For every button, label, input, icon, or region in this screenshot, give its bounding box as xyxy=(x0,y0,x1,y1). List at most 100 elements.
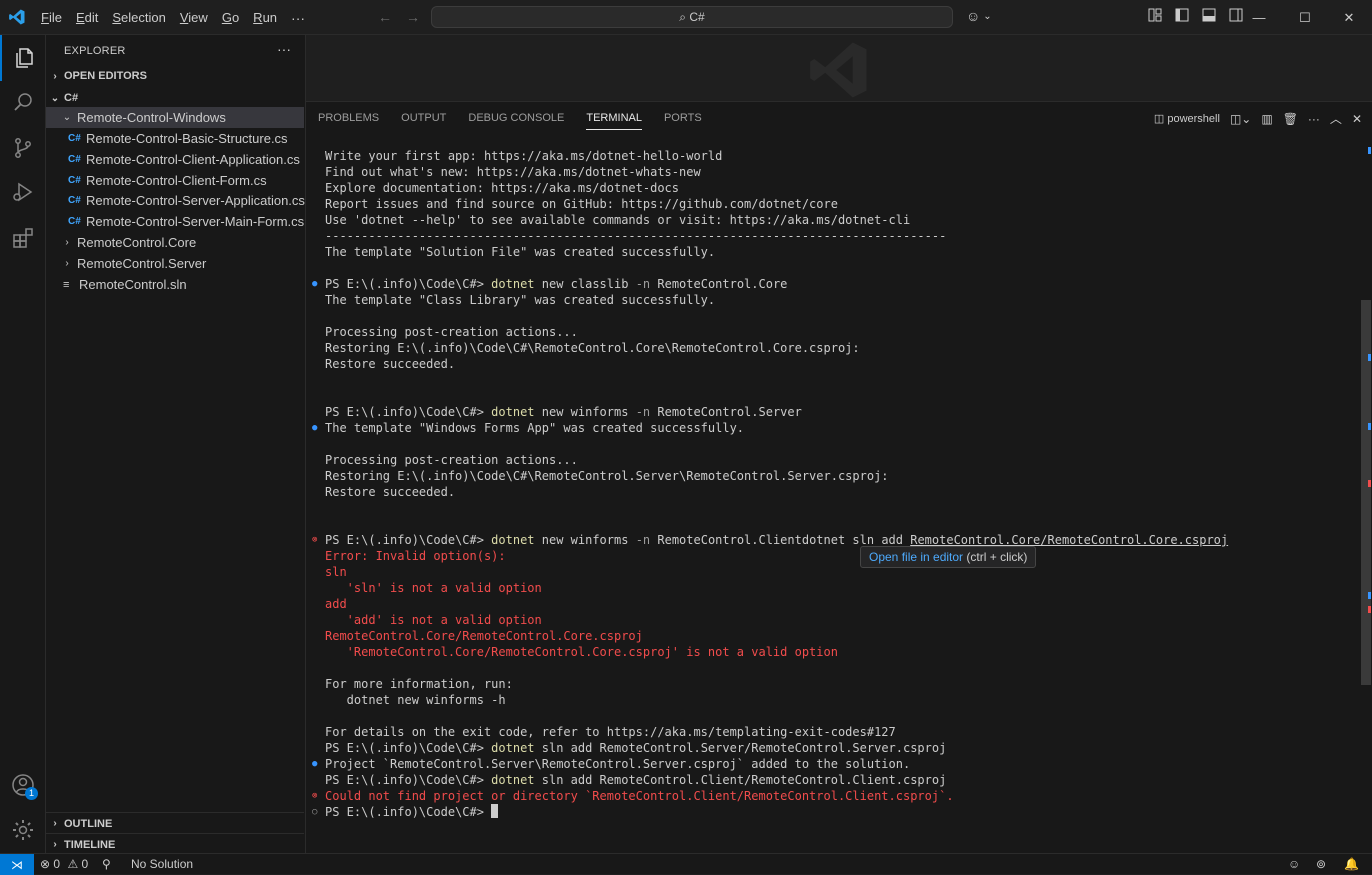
tree-file-sln[interactable]: ≡ RemoteControl.sln xyxy=(46,274,304,295)
chevron-right-icon: › xyxy=(53,70,57,82)
editor-area xyxy=(306,35,1372,101)
tree-file[interactable]: C# Remote-Control-Server-Main-Form.cs xyxy=(46,211,304,232)
prompt: PS E:\(.info)\Code\C#> xyxy=(325,405,492,419)
timeline-section[interactable]: › TIMELINE xyxy=(46,833,304,855)
split-editor-icon[interactable]: ▥ xyxy=(1261,112,1272,126)
close-button[interactable]: ✕ xyxy=(1326,0,1372,35)
menu-file[interactable]: File xyxy=(34,10,69,25)
error-line: 'sln' is not a valid option xyxy=(325,581,542,595)
solution-status[interactable]: No Solution xyxy=(131,854,193,874)
terminal-line: Restoring E:\(.info)\Code\C#\RemoteContr… xyxy=(325,341,860,355)
menu-more-button[interactable]: ··· xyxy=(284,10,312,26)
chevron-right-icon: › xyxy=(65,237,69,248)
tab-ports[interactable]: PORTS xyxy=(664,102,702,135)
terminal-line: dotnet new winforms -h xyxy=(325,693,506,707)
tab-problems[interactable]: PROBLEMS xyxy=(318,102,379,135)
ports-status[interactable]: ⚲ xyxy=(102,854,111,874)
tree-label: Remote-Control-Server-Main-Form.cs xyxy=(86,214,305,229)
toggle-primary-sidebar-icon[interactable] xyxy=(1175,8,1189,22)
success-decoration-icon[interactable]: ● xyxy=(312,420,320,436)
customize-layout-icon[interactable] xyxy=(1148,8,1162,22)
tab-debug-console[interactable]: DEBUG CONSOLE xyxy=(468,102,564,135)
command-args: RemoteControl.Core xyxy=(650,277,788,291)
tree-label: RemoteControl.sln xyxy=(79,277,187,292)
chevron-right-icon: › xyxy=(65,258,69,269)
error-line: 'RemoteControl.Core/RemoteControl.Core.c… xyxy=(325,645,838,659)
open-editors-section[interactable]: › OPEN EDITORS xyxy=(46,66,304,86)
tree-folder-remotecontrol-core[interactable]: › RemoteControl.Core xyxy=(46,232,304,253)
source-control-activity[interactable] xyxy=(0,125,46,171)
error-line: sln xyxy=(325,565,347,579)
command-center-search[interactable]: ⌕ C# xyxy=(431,6,953,28)
outline-section[interactable]: › OUTLINE xyxy=(46,812,304,834)
explorer-more-button[interactable]: ··· xyxy=(277,41,291,57)
workspace-folder-section[interactable]: ⌄ C# xyxy=(46,88,304,108)
menu-edit[interactable]: Edit xyxy=(69,10,105,25)
command-args: new winforms xyxy=(534,405,636,419)
maximize-button[interactable]: ☐ xyxy=(1282,0,1328,35)
terminal-line: The template "Class Library" was created… xyxy=(325,293,716,307)
terminal-line: The template "Solution File" was created… xyxy=(325,245,716,259)
layout-controls xyxy=(1148,8,1243,22)
live-share-status[interactable]: ⊚ xyxy=(1316,854,1326,874)
menu-run[interactable]: Run xyxy=(246,10,284,25)
run-debug-activity[interactable] xyxy=(0,169,46,215)
gear-icon xyxy=(13,820,33,840)
command-flag: -n xyxy=(635,277,651,291)
terminal-selector[interactable]: ◫ powershell xyxy=(1154,112,1220,125)
remote-indicator[interactable]: ⋊ xyxy=(0,854,34,875)
forward-arrow-icon[interactable]: → xyxy=(406,9,420,25)
tree-folder-remote-control-windows[interactable]: ⌄ Remote-Control-Windows xyxy=(46,107,304,128)
tree-file[interactable]: C# Remote-Control-Client-Application.cs xyxy=(46,149,304,170)
terminal-output[interactable]: Write your first app: https://aka.ms/dot… xyxy=(306,143,1356,843)
files-icon xyxy=(16,48,33,68)
problems-status[interactable]: ⊗ 0 ⚠ 0 xyxy=(40,854,88,874)
toggle-panel-icon[interactable] xyxy=(1202,8,1216,22)
copilot-menu[interactable]: ☺ ⌄ xyxy=(966,8,992,24)
nav-arrows: ← → xyxy=(378,9,420,25)
search-icon xyxy=(14,93,32,111)
error-decoration-icon[interactable]: ⊗ xyxy=(312,788,320,804)
menu-bar: File Edit Selection View Go Run ··· xyxy=(34,0,312,35)
explorer-activity[interactable] xyxy=(0,35,46,81)
pending-decoration-icon[interactable]: ○ xyxy=(312,804,320,820)
back-arrow-icon[interactable]: ← xyxy=(378,9,392,25)
menu-go[interactable]: Go xyxy=(215,10,246,25)
tree-label: RemoteControl.Server xyxy=(77,256,207,271)
csharp-file-icon: C# xyxy=(68,153,81,165)
extensions-activity[interactable] xyxy=(0,215,46,261)
tree-file[interactable]: C# Remote-Control-Client-Form.cs xyxy=(46,170,304,191)
scroll-mark xyxy=(1368,606,1371,613)
menu-view[interactable]: View xyxy=(173,10,215,25)
trash-icon[interactable]: 🗑 xyxy=(1283,112,1298,126)
menu-selection[interactable]: Selection xyxy=(105,10,172,25)
search-activity[interactable] xyxy=(0,79,46,125)
notifications-status[interactable]: 🔔 xyxy=(1344,854,1359,874)
scroll-mark xyxy=(1368,354,1371,361)
terminal-line: Write your first app: https://aka.ms/dot… xyxy=(325,149,723,163)
accounts-activity[interactable]: 1 xyxy=(0,762,46,808)
tree-folder-remotecontrol-server[interactable]: › RemoteControl.Server xyxy=(46,253,304,274)
file-link[interactable]: RemoteControl.Core/RemoteControl.Core.cs… xyxy=(910,533,1228,547)
error-line: RemoteControl.Core/RemoteControl.Core.cs… xyxy=(325,629,643,643)
close-panel-icon[interactable]: ✕ xyxy=(1352,112,1362,126)
tab-output[interactable]: OUTPUT xyxy=(401,102,446,135)
split-terminal-icon[interactable]: ◫⌄ xyxy=(1230,112,1251,126)
tree-label: RemoteControl.Core xyxy=(77,235,197,250)
terminal-scrollbar[interactable] xyxy=(1358,143,1372,843)
copilot-status[interactable]: ☺ xyxy=(1288,854,1300,874)
manage-activity[interactable] xyxy=(0,807,46,853)
tree-file[interactable]: C# Remote-Control-Basic-Structure.cs xyxy=(46,128,304,149)
minimize-button[interactable]: — xyxy=(1236,0,1282,35)
success-decoration-icon[interactable]: ● xyxy=(312,756,320,772)
prompt: PS E:\(.info)\Code\C#> xyxy=(325,533,492,547)
open-file-link[interactable]: Open file in editor xyxy=(869,550,963,564)
tree-file[interactable]: C# Remote-Control-Server-Application.cs xyxy=(46,190,305,211)
tab-terminal[interactable]: TERMINAL xyxy=(586,102,642,135)
csharp-file-icon: C# xyxy=(68,194,81,206)
error-decoration-icon[interactable]: ⊗ xyxy=(312,532,320,548)
maximize-panel-icon[interactable]: ︿ xyxy=(1330,110,1342,127)
success-decoration-icon[interactable]: ● xyxy=(312,276,320,292)
command: dotnet xyxy=(491,277,535,291)
more-actions-icon[interactable]: ··· xyxy=(1308,112,1320,126)
